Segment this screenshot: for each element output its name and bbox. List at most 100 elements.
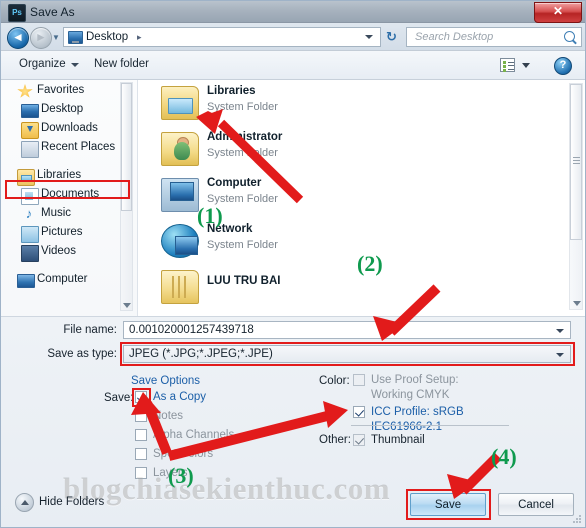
list-item[interactable]: Libraries System Folder bbox=[139, 82, 539, 126]
list-item-name: Libraries bbox=[207, 85, 256, 97]
icc-profile-label[interactable]: ICC Profile: sRGB bbox=[371, 406, 464, 418]
annotation-marker-4: (4) bbox=[491, 444, 517, 469]
sidebar-item-downloads[interactable]: Downloads bbox=[1, 120, 138, 139]
view-layout-icon[interactable] bbox=[500, 58, 515, 72]
new-folder-button[interactable]: New folder bbox=[94, 58, 149, 70]
help-icon[interactable]: ? bbox=[554, 57, 572, 75]
scroll-down-icon[interactable] bbox=[123, 303, 131, 308]
thumbnail-checkbox[interactable] bbox=[353, 434, 365, 446]
list-item-name: Administrator bbox=[207, 131, 283, 143]
window-title: Save As bbox=[30, 5, 75, 19]
annotation-marker-3: (3) bbox=[168, 463, 194, 488]
thumbnail-label: Thumbnail bbox=[371, 434, 425, 446]
cancel-button[interactable]: Cancel bbox=[498, 493, 574, 516]
desktop-icon bbox=[21, 104, 39, 118]
use-proof-setup-checkbox[interactable] bbox=[353, 374, 365, 386]
resize-grip[interactable] bbox=[572, 515, 582, 525]
list-item[interactable]: Administrator System Folder bbox=[139, 128, 539, 172]
annotation-marker-1: (1) bbox=[197, 203, 223, 228]
back-glyph: ◄ bbox=[12, 30, 24, 44]
sidebar-item-label: Desktop bbox=[41, 103, 84, 115]
sidebar-item-label: Pictures bbox=[41, 226, 83, 238]
hide-folders-icon[interactable] bbox=[15, 493, 34, 512]
scrollbar-thumb[interactable] bbox=[570, 84, 582, 240]
sidebar-item-label: Downloads bbox=[41, 122, 98, 134]
sidebar-item-recent-places[interactable]: Recent Places bbox=[1, 139, 138, 158]
chevron-down-icon[interactable] bbox=[71, 63, 79, 67]
file-name-input[interactable]: 0.001020001257439718 bbox=[123, 321, 571, 339]
sidebar-item-label: Videos bbox=[41, 245, 76, 257]
save-row-label: Save: bbox=[104, 392, 134, 404]
pictures-icon bbox=[21, 226, 39, 243]
photoshop-icon: Ps bbox=[8, 4, 26, 22]
downloads-icon bbox=[21, 122, 39, 139]
title-bar: Ps Save As ✕ bbox=[1, 1, 585, 23]
sidebar-item-label: Computer bbox=[37, 273, 88, 285]
libraries-folder-icon bbox=[161, 86, 199, 120]
scrollbar-grip bbox=[573, 163, 580, 165]
breadcrumb-separator-icon[interactable]: ▸ bbox=[137, 32, 142, 43]
spot-colors-label: Spot Colors bbox=[153, 448, 214, 460]
sidebar-item-label: Favorites bbox=[37, 84, 85, 96]
list-item[interactable]: LUU TRU BAI bbox=[139, 266, 539, 310]
computer-icon bbox=[17, 274, 35, 288]
icc-profile-checkbox[interactable] bbox=[353, 406, 365, 418]
section-divider bbox=[351, 425, 509, 426]
sidebar-item-computer[interactable]: Computer bbox=[1, 271, 138, 290]
browser-panes: Favorites Desktop Downloads Recent Place… bbox=[1, 80, 585, 316]
as-a-copy-label[interactable]: As a Copy bbox=[153, 391, 206, 403]
save-as-type-label: Save as type: bbox=[47, 348, 117, 360]
chevron-down-icon[interactable] bbox=[556, 329, 564, 333]
close-button[interactable]: ✕ bbox=[534, 2, 582, 23]
list-item-sub: System Folder bbox=[207, 147, 278, 159]
desktop-icon bbox=[68, 31, 83, 44]
desktop-selection-highlight bbox=[5, 180, 130, 199]
notes-checkbox[interactable] bbox=[135, 410, 147, 422]
file-name-value: 0.001020001257439718 bbox=[129, 324, 254, 336]
save-options-title: Save Options bbox=[131, 375, 201, 387]
network-icon bbox=[161, 224, 199, 258]
sidebar-item-music[interactable]: ♪ Music bbox=[1, 205, 138, 224]
scrollbar-grip bbox=[573, 157, 580, 159]
spot-colors-checkbox[interactable] bbox=[135, 448, 147, 460]
organize-button[interactable]: Organize bbox=[19, 58, 66, 70]
refresh-icon[interactable]: ↻ bbox=[386, 29, 397, 45]
forward-arrow-icon[interactable]: ► bbox=[30, 27, 52, 49]
sidebar-item-label: Recent Places bbox=[41, 141, 116, 153]
sidebar-item-desktop[interactable]: Desktop bbox=[1, 101, 138, 120]
back-arrow-icon[interactable]: ◄ bbox=[7, 27, 29, 49]
notes-label: Notes bbox=[153, 410, 184, 422]
folder-icon bbox=[161, 270, 199, 304]
icc-profile-sublabel[interactable]: IEC61966-2.1 bbox=[371, 421, 442, 433]
sidebar-item-favorites[interactable]: Favorites bbox=[1, 82, 138, 101]
use-proof-setup-label: Use Proof Setup: bbox=[371, 374, 459, 386]
chevron-down-icon[interactable] bbox=[365, 35, 373, 39]
hide-folders-button[interactable]: Hide Folders bbox=[39, 496, 104, 508]
forward-glyph: ► bbox=[35, 30, 47, 44]
breadcrumb-desktop[interactable]: Desktop bbox=[86, 31, 128, 43]
list-item-sub: System Folder bbox=[207, 239, 278, 251]
alpha-channels-label: Alpha Channels bbox=[153, 429, 235, 441]
chevron-down-icon[interactable] bbox=[522, 63, 530, 68]
recent-places-icon bbox=[21, 141, 39, 158]
search-icon bbox=[564, 31, 575, 42]
videos-icon bbox=[21, 245, 39, 262]
search-box[interactable]: Search Desktop bbox=[406, 27, 582, 47]
user-folder-icon bbox=[161, 132, 199, 166]
list-item-name: Computer bbox=[207, 177, 262, 189]
list-item-sub: System Folder bbox=[207, 101, 278, 113]
alpha-channels-checkbox[interactable] bbox=[135, 429, 147, 441]
music-icon: ♪ bbox=[25, 206, 33, 221]
address-bar[interactable]: Desktop ▸ bbox=[63, 27, 381, 47]
as-a-copy-highlight bbox=[132, 388, 151, 407]
save-button-highlight bbox=[406, 489, 491, 520]
recent-locations-icon[interactable]: ▼ bbox=[52, 33, 60, 42]
sidebar-item-pictures[interactable]: Pictures bbox=[1, 224, 138, 243]
other-section-label: Other: bbox=[319, 434, 351, 446]
scroll-down-icon[interactable] bbox=[573, 301, 581, 306]
sidebar-item-videos[interactable]: Videos bbox=[1, 243, 138, 262]
file-list-scrollbar[interactable] bbox=[569, 83, 583, 310]
search-input[interactable]: Search Desktop bbox=[415, 31, 493, 43]
command-bar: Organize New folder ? bbox=[1, 51, 585, 80]
annotation-marker-2: (2) bbox=[357, 251, 383, 276]
